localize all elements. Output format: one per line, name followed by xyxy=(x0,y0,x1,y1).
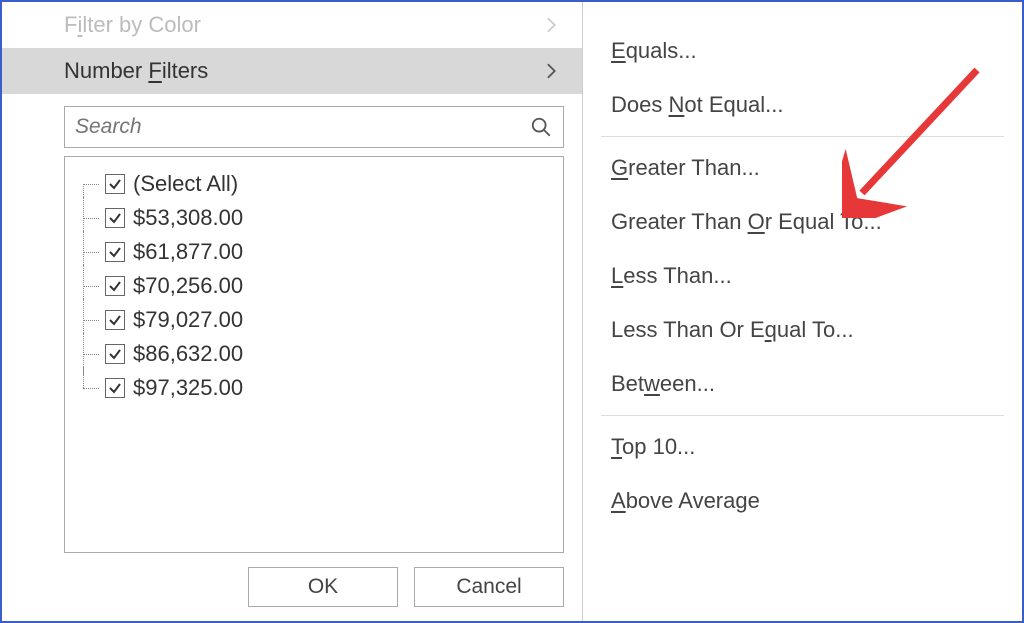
tree-label: $70,256.00 xyxy=(133,273,243,299)
tree-item[interactable]: $97,325.00 xyxy=(77,371,551,405)
filter-panel: Filter by Color Number Filters xyxy=(2,2,582,621)
checkbox[interactable] xyxy=(105,276,125,296)
menu-number-filters[interactable]: Number Filters xyxy=(2,48,582,94)
tree-connector xyxy=(77,341,105,367)
checkbox[interactable] xyxy=(105,242,125,262)
dialog-buttons: OK Cancel xyxy=(2,553,582,621)
tree-connector xyxy=(77,375,105,401)
checkbox[interactable] xyxy=(105,378,125,398)
tree-item-select-all[interactable]: (Select All) xyxy=(77,167,551,201)
checkbox[interactable] xyxy=(105,208,125,228)
submenu-does-not-equal[interactable]: Does Not Equal... xyxy=(583,78,1022,132)
tree-connector xyxy=(77,205,105,231)
tree-label: $86,632.00 xyxy=(133,341,243,367)
submenu-less-than[interactable]: Less Than... xyxy=(583,249,1022,303)
tree-label: $61,877.00 xyxy=(133,239,243,265)
tree-label: $53,308.00 xyxy=(133,205,243,231)
menu-number-filters-label: Number Filters xyxy=(64,58,208,84)
tree-item[interactable]: $86,632.00 xyxy=(77,337,551,371)
chevron-right-icon xyxy=(542,15,562,35)
tree-label: $79,027.00 xyxy=(133,307,243,333)
submenu-greater-than[interactable]: Greater Than... xyxy=(583,141,1022,195)
cancel-button-label: Cancel xyxy=(456,575,521,599)
tree-label: (Select All) xyxy=(133,171,238,197)
tree-item[interactable]: $79,027.00 xyxy=(77,303,551,337)
submenu-between[interactable]: Between... xyxy=(583,357,1022,411)
search-box[interactable] xyxy=(64,106,564,148)
tree-item[interactable]: $70,256.00 xyxy=(77,269,551,303)
divider xyxy=(601,415,1004,416)
checkbox-select-all[interactable] xyxy=(105,174,125,194)
submenu-above-average[interactable]: Above Average xyxy=(583,474,1022,528)
divider xyxy=(601,136,1004,137)
menu-filter-by-color-label: Filter by Color xyxy=(64,12,201,38)
tree-label: $97,325.00 xyxy=(133,375,243,401)
search-input[interactable] xyxy=(75,115,529,139)
checkbox[interactable] xyxy=(105,310,125,330)
chevron-right-icon xyxy=(542,61,562,81)
tree-connector xyxy=(77,307,105,333)
tree-connector xyxy=(77,239,105,265)
tree-item[interactable]: $61,877.00 xyxy=(77,235,551,269)
filter-values-tree: (Select All) $53,308.00 $61,877.00 xyxy=(64,156,564,553)
search-icon xyxy=(529,115,553,139)
submenu-less-than-or-equal[interactable]: Less Than Or Equal To... xyxy=(583,303,1022,357)
tree-item[interactable]: $53,308.00 xyxy=(77,201,551,235)
submenu-equals[interactable]: Equals... xyxy=(583,24,1022,78)
ok-button-label: OK xyxy=(308,575,338,599)
menu-filter-by-color: Filter by Color xyxy=(2,2,582,48)
number-filters-submenu: Equals... Does Not Equal... Greater Than… xyxy=(582,2,1022,621)
ok-button[interactable]: OK xyxy=(248,567,398,607)
checkbox[interactable] xyxy=(105,344,125,364)
submenu-greater-than-or-equal[interactable]: Greater Than Or Equal To... xyxy=(583,195,1022,249)
cancel-button[interactable]: Cancel xyxy=(414,567,564,607)
tree-connector xyxy=(77,273,105,299)
tree-connector xyxy=(77,171,105,197)
submenu-top-10[interactable]: Top 10... xyxy=(583,420,1022,474)
